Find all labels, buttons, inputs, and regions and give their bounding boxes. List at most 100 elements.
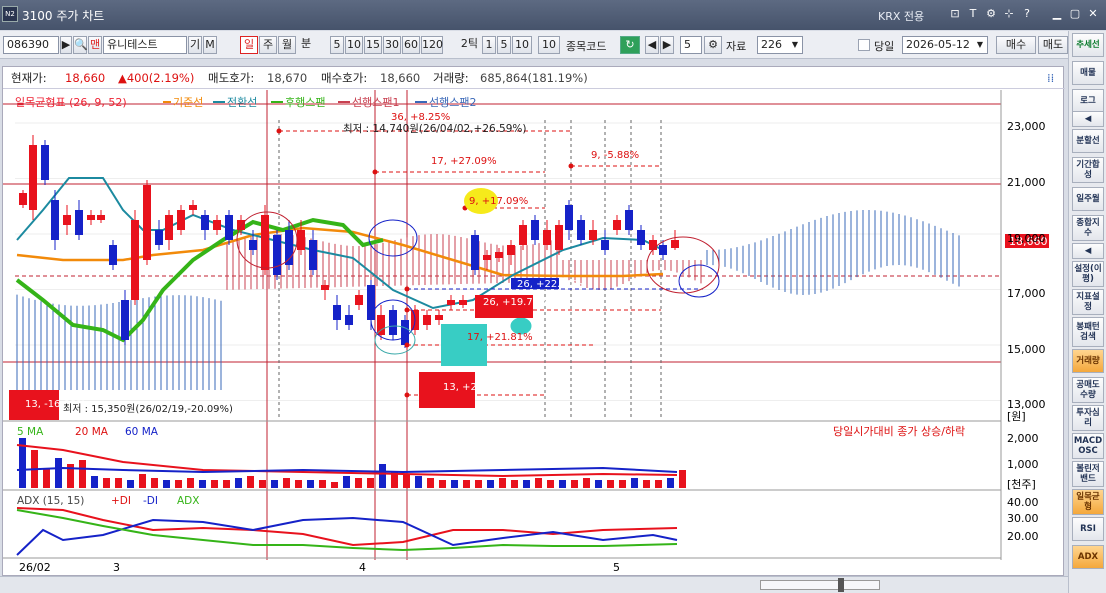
candle-body bbox=[435, 315, 443, 320]
candle-body bbox=[201, 215, 209, 230]
settings-gear-icon[interactable]: ⚙ bbox=[704, 36, 722, 54]
candle-body bbox=[19, 193, 27, 205]
sidebar-short-sale[interactable]: 공매도수량 bbox=[1072, 377, 1104, 403]
sidebar-day-week-month[interactable]: 일주월 bbox=[1072, 187, 1104, 211]
minute-120-button[interactable]: 120 bbox=[421, 36, 443, 54]
candle-body bbox=[601, 240, 609, 250]
next-icon[interactable]: ▶ bbox=[660, 36, 674, 54]
tick-10b-button[interactable]: 10 bbox=[538, 36, 560, 54]
minute-5-button[interactable]: 5 bbox=[330, 36, 344, 54]
volume-label: 거래량: bbox=[433, 71, 469, 85]
minute-60-button[interactable]: 60 bbox=[402, 36, 420, 54]
maximize-button[interactable]: ▢ bbox=[1068, 7, 1082, 21]
candle-body bbox=[507, 245, 515, 255]
price-axis-label-0: 23,000 bbox=[1007, 120, 1046, 133]
volume-bar bbox=[487, 480, 494, 488]
sidebar-ma-settings[interactable]: 설정(이평) bbox=[1072, 261, 1104, 287]
sidebar-bollinger[interactable]: 볼린저밴드 bbox=[1072, 461, 1104, 487]
sidebar-volume-profile[interactable]: 매물 bbox=[1072, 61, 1104, 85]
search-icon[interactable]: 🔍 bbox=[73, 36, 88, 54]
period-minute-label: 분 bbox=[300, 37, 312, 50]
chart-mark-button[interactable]: 맨 bbox=[88, 36, 102, 54]
candle-body bbox=[75, 210, 83, 235]
date-select[interactable]: 2026-05-12 ▼ bbox=[902, 36, 988, 54]
sidebar-rsi[interactable]: RSI bbox=[1072, 517, 1104, 541]
sidebar-split-line[interactable]: 분할선 bbox=[1072, 129, 1104, 153]
volume-bar bbox=[199, 480, 206, 488]
candle-body bbox=[97, 215, 105, 220]
candle-body bbox=[51, 200, 59, 240]
code-dropdown-icon[interactable]: ▶ bbox=[60, 36, 72, 54]
candle-body bbox=[401, 320, 409, 345]
candle-body bbox=[543, 230, 551, 245]
volume-bar bbox=[427, 478, 434, 488]
close-button[interactable]: ✕ bbox=[1086, 7, 1100, 21]
sidebar-composite-index[interactable]: 종합지수 bbox=[1072, 215, 1104, 241]
vol-axis-label-1: 1,000 bbox=[1007, 458, 1039, 471]
volume-bar bbox=[283, 478, 290, 488]
prev-icon[interactable]: ◀ bbox=[645, 36, 659, 54]
data-count-select[interactable]: 226 ▼ bbox=[757, 36, 803, 54]
today-checkbox[interactable] bbox=[858, 39, 870, 51]
sell-button[interactable]: 매도 bbox=[1038, 36, 1068, 54]
volume-bar bbox=[271, 480, 278, 488]
minute-30-button[interactable]: 30 bbox=[383, 36, 401, 54]
sidebar-ichimoku[interactable]: 일목균형 bbox=[1072, 489, 1104, 515]
volume-bar bbox=[163, 480, 170, 488]
axes bbox=[3, 90, 1002, 560]
minute-10-button[interactable]: 10 bbox=[345, 36, 363, 54]
tick-5-button[interactable]: 5 bbox=[497, 36, 511, 54]
sidebar-investor-sentiment[interactable]: 투자심리 bbox=[1072, 405, 1104, 431]
bottom-scrollbar[interactable] bbox=[0, 576, 1068, 593]
chart-area[interactable]: 현재가: 18,660 ▲400(2.19%) 매도호가: 18,670 매수호… bbox=[2, 66, 1065, 576]
period-day-tab[interactable]: 일 bbox=[240, 36, 258, 54]
window-link-icon[interactable]: ⊡ bbox=[948, 7, 962, 21]
vol-legend-note: 당일시가대비 종가 상승/하락 bbox=[833, 424, 965, 438]
annot-r3: 9, +17.09% bbox=[469, 196, 528, 207]
tick-1-button[interactable]: 1 bbox=[482, 36, 496, 54]
sidebar-collapse-2[interactable]: ◀ bbox=[1072, 243, 1104, 259]
candle-body bbox=[285, 230, 293, 265]
tick-10-button[interactable]: 10 bbox=[512, 36, 532, 54]
help-icon[interactable]: ? bbox=[1020, 7, 1034, 21]
window-tool-icon[interactable]: ⊹ bbox=[1002, 7, 1016, 21]
candle-body bbox=[459, 300, 467, 305]
minimize-button[interactable]: ▁ bbox=[1050, 7, 1064, 21]
candle-body bbox=[155, 230, 163, 245]
price-axis-label-3: 17,000 bbox=[1007, 287, 1046, 300]
range-arrow-start bbox=[372, 169, 378, 175]
period-week-tab[interactable]: 주 bbox=[259, 36, 277, 54]
sidebar-macd-osc[interactable]: MACD OSC bbox=[1072, 433, 1104, 459]
sidebar-log[interactable]: 로그 bbox=[1072, 89, 1104, 113]
step-input[interactable]: 5 bbox=[680, 36, 702, 54]
window-settings-icon[interactable]: ⚙ bbox=[984, 7, 998, 21]
refresh-icon[interactable]: ↻ bbox=[620, 36, 640, 54]
range-arrow-start bbox=[404, 392, 410, 398]
adx-plus-di bbox=[16, 507, 678, 547]
m-button[interactable]: M bbox=[203, 36, 217, 54]
window-pin-icon[interactable]: T bbox=[966, 7, 980, 21]
legend-conv: 전환선 bbox=[227, 96, 257, 109]
volume-bar bbox=[211, 480, 218, 488]
stock-code-input[interactable]: 086390 bbox=[3, 36, 59, 54]
volume-bar bbox=[247, 476, 254, 488]
sidebar-period-merge[interactable]: 기간합성 bbox=[1072, 157, 1104, 183]
candle-body bbox=[189, 205, 197, 210]
zoom-slider[interactable] bbox=[760, 580, 880, 590]
sidebar-adx[interactable]: ADX bbox=[1072, 545, 1104, 569]
adx-axis-label-0: 40.00 bbox=[1007, 496, 1039, 509]
minute-15-button[interactable]: 15 bbox=[364, 36, 382, 54]
sidebar-volume[interactable]: 거래량 bbox=[1072, 349, 1104, 373]
expand-icon[interactable]: ⁞⁞ bbox=[1047, 67, 1054, 89]
sidebar-indicator-settings[interactable]: 지표설정 bbox=[1072, 289, 1104, 315]
candle-body bbox=[321, 285, 329, 290]
sidebar-collapse-1[interactable]: ◀ bbox=[1072, 111, 1104, 127]
sidebar-candle-pattern[interactable]: 봉패턴검색 bbox=[1072, 317, 1104, 347]
buy-button[interactable]: 매수 bbox=[996, 36, 1036, 54]
chart-svg[interactable]: 일목균형표 (26, 9, 52) 기준선 전환선 후행스팬 선행스팬1 선행스… bbox=[3, 90, 1065, 576]
data-label: 자료 bbox=[726, 40, 747, 53]
period-month-tab[interactable]: 월 bbox=[278, 36, 296, 54]
zoom-slider-handle[interactable] bbox=[838, 578, 844, 592]
sidebar-trendline[interactable]: 추세선 bbox=[1072, 33, 1104, 57]
gi-button[interactable]: 기 bbox=[188, 36, 202, 54]
